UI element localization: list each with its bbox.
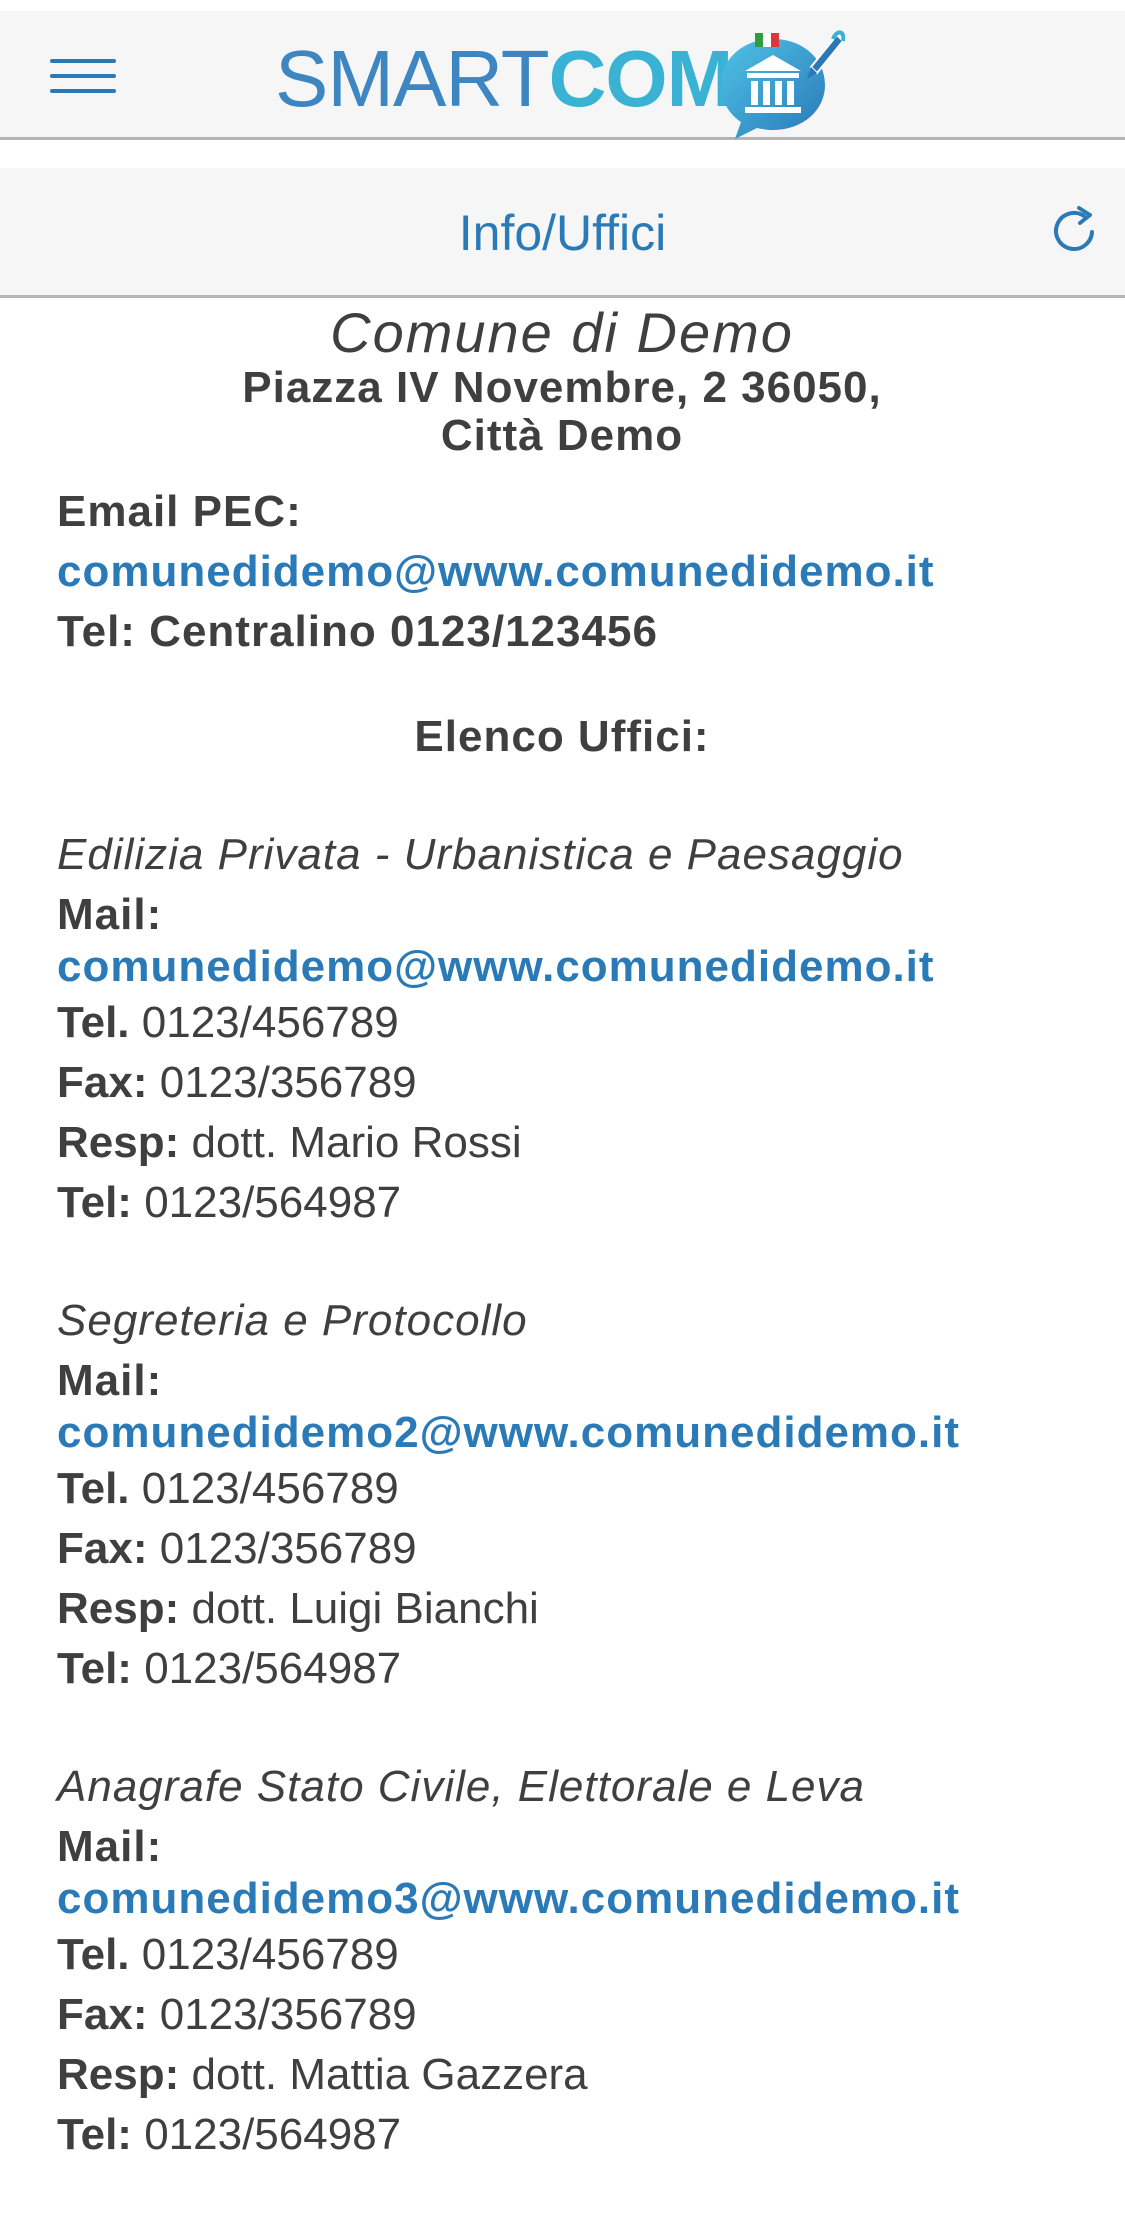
town-address-line1: Piazza IV Novembre, 2 36050,	[242, 363, 882, 412]
info-content: Comune di Demo Piazza IV Novembre, 2 360…	[57, 302, 1077, 2165]
logo-wordmark: SMARTCOM	[275, 39, 733, 119]
office-tel-row: Tel. 0123/456789	[57, 993, 1077, 1053]
office-fax-row: Fax: 0123/356789	[57, 1053, 1077, 1113]
office-tel-value: 0123/456789	[141, 1464, 399, 1513]
office-resp-tel-row: Tel: 0123/564987	[57, 1173, 1077, 1233]
office-resp-label: Resp:	[57, 1584, 180, 1633]
office-resp-value: dott. Luigi Bianchi	[191, 1584, 539, 1633]
refresh-icon[interactable]	[1046, 202, 1102, 258]
office-resp-tel-value: 0123/564987	[144, 2110, 402, 2159]
office-resp-row: Resp: dott. Mario Rossi	[57, 1113, 1077, 1173]
office-tel-row: Tel. 0123/456789	[57, 1925, 1077, 1985]
town-contacts: Email PEC: comunedidemo@www.comunedidemo…	[57, 482, 1077, 662]
town-hall-chat-logo-icon	[721, 30, 845, 139]
office-mail-label: Mail:	[57, 1822, 163, 1871]
office-mail-link[interactable]: comunedidemo3@www.comunedidemo.it	[57, 1873, 1077, 1925]
office-tel-value: 0123/456789	[141, 998, 399, 1047]
office-tel-label: Tel.	[57, 1930, 130, 1979]
office-tel-label: Tel.	[57, 1464, 130, 1513]
office-resp-tel-row: Tel: 0123/564987	[57, 2105, 1077, 2165]
office-entry: Segreteria e Protocollo Mail: comunedide…	[57, 1291, 1077, 1699]
pec-label: Email PEC:	[57, 487, 302, 536]
office-name: Anagrafe Stato Civile, Elettorale e Leva	[57, 1762, 866, 1811]
office-resp-tel-label: Tel:	[57, 1178, 132, 1227]
office-resp-tel-label: Tel:	[57, 2110, 132, 2159]
office-fax-row: Fax: 0123/356789	[57, 1519, 1077, 1579]
office-name: Edilizia Privata - Urbanistica e Paesagg…	[57, 830, 904, 879]
office-fax-value: 0123/356789	[159, 1524, 417, 1573]
hamburger-menu-icon[interactable]	[50, 59, 116, 95]
office-fax-value: 0123/356789	[159, 1990, 417, 2039]
office-resp-tel-value: 0123/564987	[144, 1178, 402, 1227]
office-fax-row: Fax: 0123/356789	[57, 1985, 1077, 2045]
app-header: SMARTCOM	[0, 11, 1125, 140]
office-resp-tel-value: 0123/564987	[144, 1644, 402, 1693]
office-tel-value: 0123/456789	[141, 1930, 399, 1979]
office-resp-value: dott. Mario Rossi	[191, 1118, 522, 1167]
logo-text-smart: SMART	[275, 34, 550, 123]
office-resp-row: Resp: dott. Mattia Gazzera	[57, 2045, 1077, 2105]
office-entry: Edilizia Privata - Urbanistica e Paesagg…	[57, 825, 1077, 1233]
page-toolbar: Info/Uffici	[0, 168, 1125, 298]
office-resp-tel-row: Tel: 0123/564987	[57, 1639, 1077, 1699]
office-resp-label: Resp:	[57, 2050, 180, 2099]
office-tel-row: Tel. 0123/456789	[57, 1459, 1077, 1519]
page-title: Info/Uffici	[458, 205, 667, 261]
office-resp-label: Resp:	[57, 1118, 180, 1167]
office-name: Segreteria e Protocollo	[57, 1296, 528, 1345]
office-fax-label: Fax:	[57, 1990, 148, 2039]
office-resp-value: dott. Mattia Gazzera	[191, 2050, 588, 2099]
office-mail-link[interactable]: comunedidemo2@www.comunedidemo.it	[57, 1407, 1077, 1459]
office-entry: Anagrafe Stato Civile, Elettorale e Leva…	[57, 1757, 1077, 2165]
office-fax-label: Fax:	[57, 1058, 148, 1107]
town-address-line2: Città Demo	[440, 411, 684, 460]
header-gap	[0, 140, 1125, 168]
office-fax-value: 0123/356789	[159, 1058, 417, 1107]
office-resp-tel-label: Tel:	[57, 1644, 132, 1693]
office-mail-label: Mail:	[57, 890, 163, 939]
office-mail-label: Mail:	[57, 1356, 163, 1405]
offices-heading: Elenco Uffici:	[414, 712, 710, 761]
status-strip	[0, 0, 1125, 11]
town-name: Comune di Demo	[330, 301, 794, 364]
smartcom-logo: SMARTCOM	[275, 25, 855, 139]
switchboard-phone: Tel: Centralino 0123/123456	[57, 607, 658, 656]
office-fax-label: Fax:	[57, 1524, 148, 1573]
office-resp-row: Resp: dott. Luigi Bianchi	[57, 1579, 1077, 1639]
town-header: Comune di Demo Piazza IV Novembre, 2 360…	[57, 302, 1067, 460]
office-mail-link[interactable]: comunedidemo@www.comunedidemo.it	[57, 941, 1077, 993]
office-tel-label: Tel.	[57, 998, 130, 1047]
logo-text-com: COM	[548, 34, 734, 123]
pec-email-link[interactable]: comunedidemo@www.comunedidemo.it	[57, 542, 1077, 602]
